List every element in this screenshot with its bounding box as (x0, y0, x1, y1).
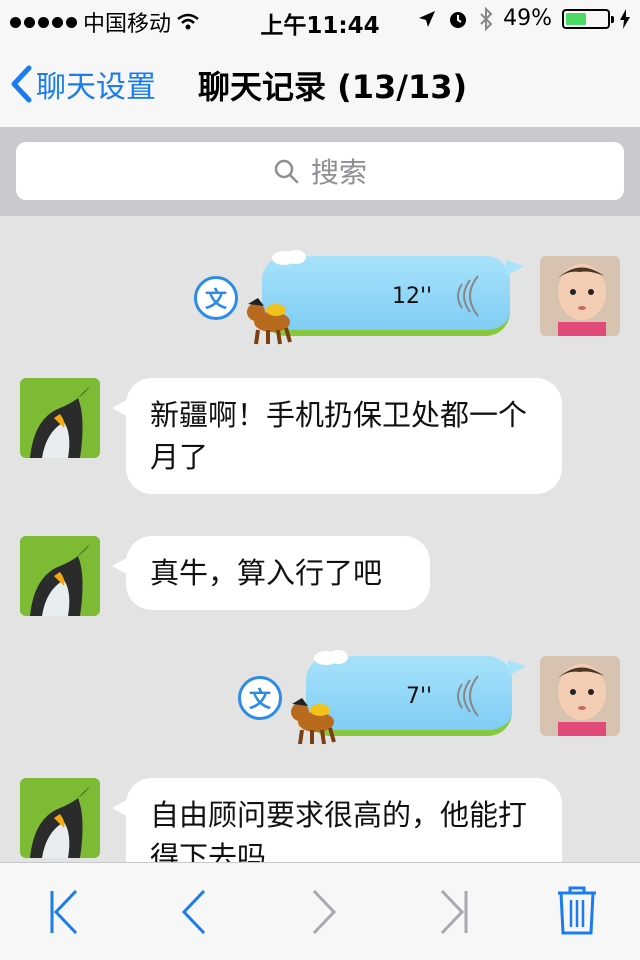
translate-button[interactable]: 文 (194, 276, 238, 320)
translate-icon: 文 (248, 688, 271, 713)
penguin-avatar-icon (20, 378, 100, 458)
voice-duration: 7'' (406, 684, 433, 709)
my-avatar[interactable] (540, 656, 620, 736)
horse-sticker-icon (247, 298, 292, 345)
page-title: 聊天记录 (13/13) (198, 68, 468, 106)
search-input[interactable]: 搜索 (16, 142, 624, 200)
search-icon (274, 159, 299, 184)
contact-avatar[interactable] (20, 378, 100, 458)
back-button-label: 聊天设置 (36, 70, 156, 105)
alarm-icon (450, 11, 467, 28)
incoming-message-bubble[interactable]: 自由顾问要求很高的，他能打得下去吗 (112, 778, 562, 862)
chevron-left-icon (11, 65, 32, 103)
status-bar: 中国移动 上午11:44 49% (0, 0, 640, 40)
voice-duration: 12'' (392, 284, 433, 309)
trash-icon[interactable] (552, 885, 602, 935)
last-page-icon[interactable] (428, 887, 478, 937)
penguin-avatar-icon (20, 536, 100, 616)
search-placeholder: 搜索 (310, 156, 367, 189)
voice-wave-icon (457, 275, 479, 317)
message-list[interactable]: 文 12'' 新疆啊！手机扔保卫处都一个月了 真牛，算入行了吧 文 7'' 自由… (0, 216, 640, 862)
search-area: 搜索 (0, 128, 640, 216)
message-text: 真牛，算入行了吧 (150, 556, 383, 590)
navigation-bar: 聊天设置 聊天记录 (13/13) (0, 40, 640, 128)
horse-sticker-icon (291, 698, 336, 745)
voice-message-bubble[interactable]: 12'' (262, 250, 524, 336)
first-page-icon[interactable] (40, 887, 90, 937)
my-avatar[interactable] (540, 256, 620, 336)
contact-avatar[interactable] (20, 536, 100, 616)
bluetooth-icon (480, 6, 493, 31)
translate-button[interactable]: 文 (238, 676, 282, 720)
battery-fill (566, 12, 586, 25)
battery-icon (562, 8, 614, 29)
previous-page-icon[interactable] (170, 887, 220, 937)
voice-wave-icon (457, 675, 479, 717)
cloud-icon (272, 250, 306, 265)
back-button[interactable]: 聊天设置 (10, 62, 156, 106)
message-text: 自由顾问要求很高的，他能打得下去吗 (150, 798, 528, 862)
contact-avatar[interactable] (20, 778, 100, 858)
battery-percent: 49% (503, 6, 552, 31)
bottom-toolbar (0, 862, 640, 960)
incoming-message-bubble[interactable]: 新疆啊！手机扔保卫处都一个月了 (112, 378, 562, 494)
charging-bolt-icon (620, 8, 630, 29)
next-page-icon[interactable] (298, 887, 348, 937)
status-right: 49% (417, 6, 630, 31)
baby-avatar-icon (540, 656, 620, 736)
message-text: 新疆啊！手机扔保卫处都一个月了 (150, 398, 528, 474)
location-arrow-icon (419, 10, 436, 27)
baby-avatar-icon (540, 256, 620, 336)
cloud-icon (314, 650, 348, 665)
incoming-message-bubble[interactable]: 真牛，算入行了吧 (112, 536, 430, 610)
penguin-avatar-icon (20, 778, 100, 858)
translate-icon: 文 (204, 288, 227, 313)
